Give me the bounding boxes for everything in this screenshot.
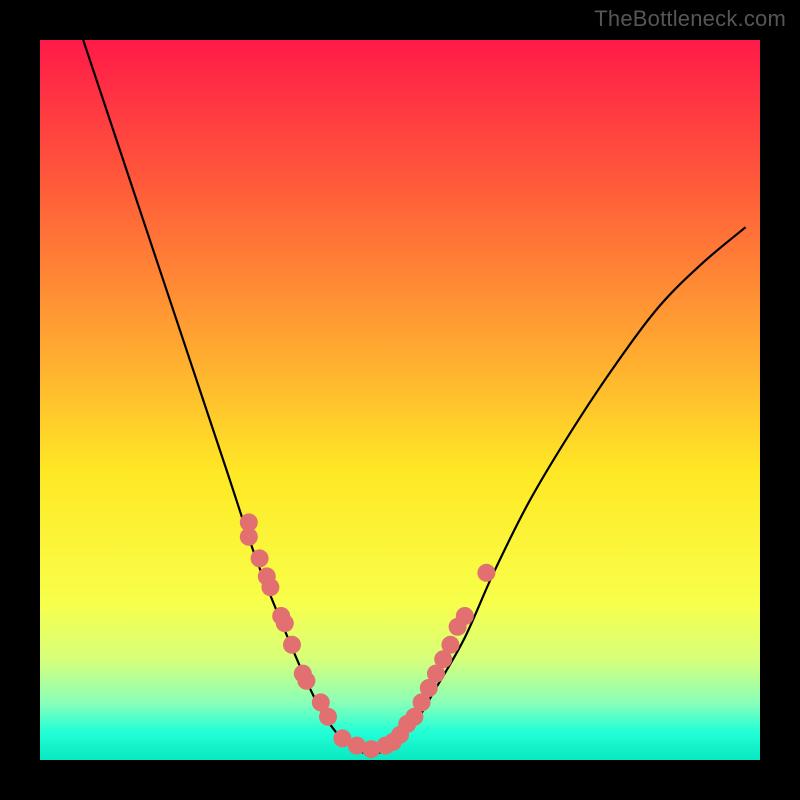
plot-area bbox=[40, 40, 760, 760]
data-marker bbox=[297, 672, 315, 690]
data-marker bbox=[283, 636, 301, 654]
data-marker bbox=[441, 636, 459, 654]
chart-frame: TheBottleneck.com bbox=[0, 0, 800, 800]
gradient-background bbox=[40, 40, 760, 760]
watermark-text: TheBottleneck.com bbox=[594, 6, 786, 32]
bottleneck-chart bbox=[40, 40, 760, 760]
data-marker bbox=[456, 607, 474, 625]
data-marker bbox=[319, 708, 337, 726]
data-marker bbox=[477, 564, 495, 582]
data-marker bbox=[251, 549, 269, 567]
data-marker bbox=[276, 614, 294, 632]
data-marker bbox=[261, 578, 279, 596]
data-marker bbox=[240, 528, 258, 546]
